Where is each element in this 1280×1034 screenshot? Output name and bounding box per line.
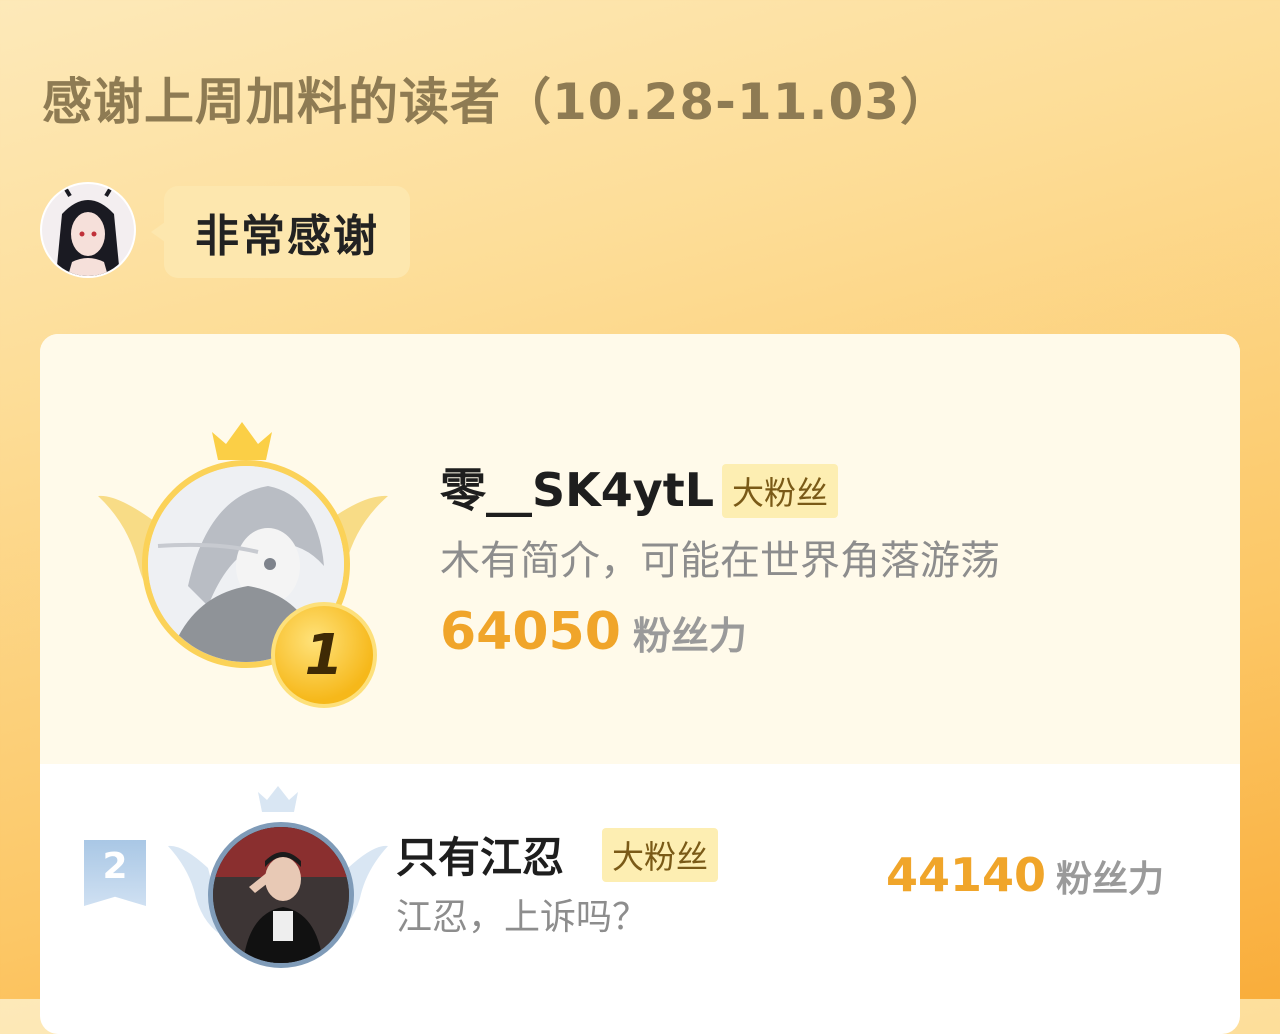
page-title: 感谢上周加料的读者（10.28-11.03） (42, 73, 952, 131)
second-avatar-frame (168, 778, 388, 968)
second-avatar[interactable] (208, 822, 354, 968)
thanks-bubble: 非常感谢 (151, 186, 410, 278)
fan-badge: 大粉丝 (602, 828, 719, 882)
user-description: 江忍，上诉吗？ (396, 897, 649, 938)
fan-power-unit: 粉丝力 (632, 614, 747, 658)
first-avatar-frame: 1 (98, 414, 398, 708)
fan-badge: 大粉丝 (722, 464, 839, 518)
author-avatar-icon (42, 184, 134, 276)
rank-1-medal-icon: 1 (271, 602, 377, 708)
fan-power-value: 44140 (886, 848, 1047, 902)
fan-power: 64050 粉丝力 (440, 602, 747, 662)
rank-2-flag-icon: 2 (84, 840, 146, 906)
crown-icon (212, 422, 272, 460)
second-avatar-image-icon (213, 827, 349, 963)
ranking-card: 1 零__SK4ytL 大粉丝 木有简介，可能在世界角落游荡 64050 粉丝力 … (40, 334, 1240, 1034)
user-name[interactable]: 只有江忍 (396, 824, 564, 885)
user-description: 木有简介，可能在世界角落游荡 (440, 538, 1000, 584)
author-avatar[interactable] (42, 184, 134, 276)
ranking-item-1[interactable]: 1 零__SK4ytL 大粉丝 木有简介，可能在世界角落游荡 64050 粉丝力 (40, 334, 1240, 764)
fan-power-value: 64050 (440, 602, 621, 662)
rank-number: 1 (304, 622, 344, 688)
crown-icon (258, 786, 298, 812)
user-name[interactable]: 零__SK4ytL (440, 454, 714, 520)
rank-number: 2 (102, 846, 128, 887)
fan-power-unit: 粉丝力 (1056, 859, 1165, 900)
thanks-text: 非常感谢 (195, 211, 379, 262)
ranking-item-2[interactable]: 2 只有江忍 大粉丝 江忍，上诉吗？ 44140 粉丝力 (40, 764, 1240, 1004)
fan-power: 44140 粉丝力 (886, 848, 1164, 902)
